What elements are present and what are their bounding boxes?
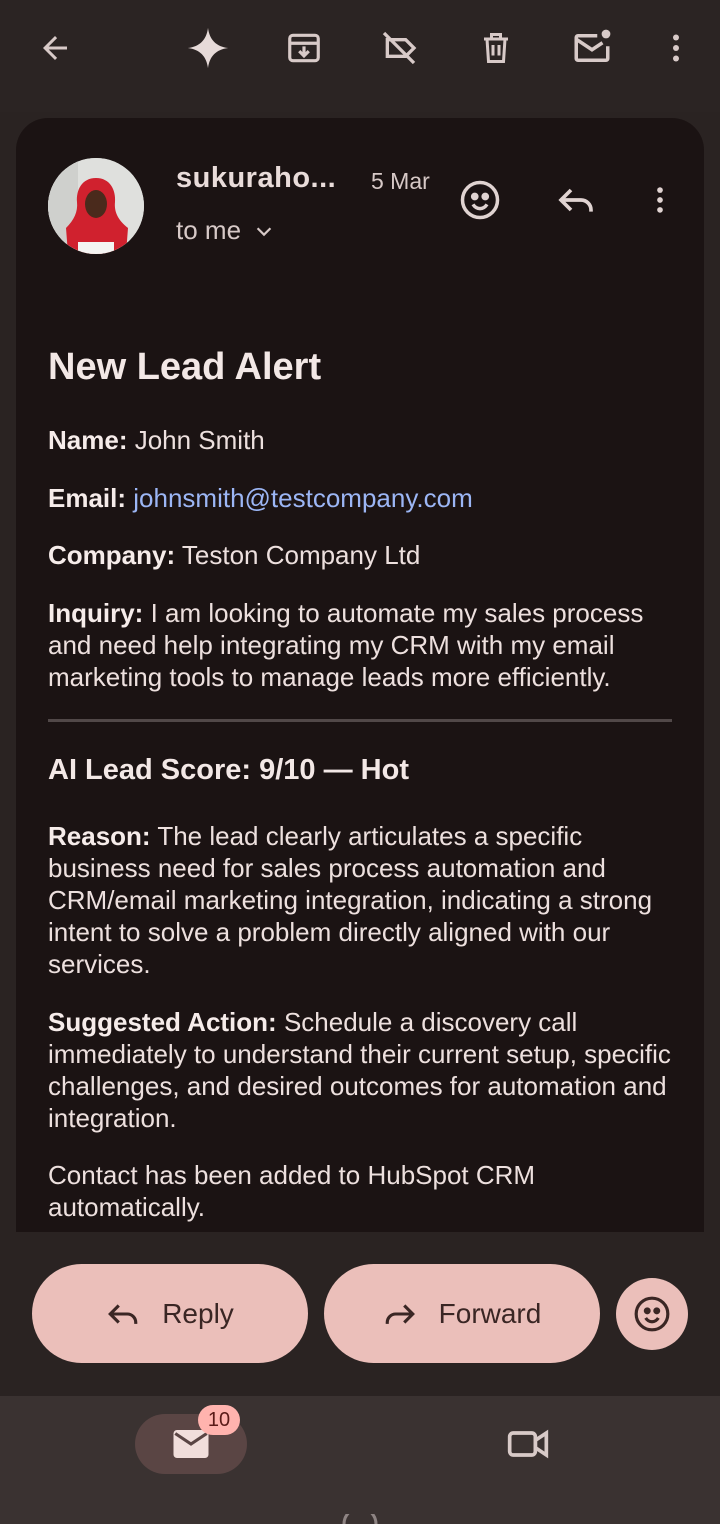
footer-note: Contact has been added to HubSpot CRM au… bbox=[48, 1160, 536, 1222]
gemini-sparkle-icon[interactable] bbox=[184, 24, 232, 72]
avatar[interactable] bbox=[48, 158, 144, 254]
forward-button[interactable]: Forward bbox=[324, 1264, 600, 1363]
email-card: sukuraho... 5 Mar to me New Lead Alert N… bbox=[16, 118, 704, 1232]
forward-label: Forward bbox=[438, 1297, 542, 1329]
field-inquiry: Inquiry: I am looking to automate my sal… bbox=[48, 597, 678, 693]
reason-label: Reason: bbox=[48, 821, 151, 851]
reply-icon[interactable] bbox=[552, 176, 600, 224]
reason-paragraph: Reason: The lead clearly articulates a s… bbox=[48, 820, 678, 980]
more-vert-icon[interactable] bbox=[636, 176, 684, 224]
recipient-toggle[interactable]: to me bbox=[176, 215, 275, 246]
emoji-reaction-button[interactable] bbox=[616, 1278, 688, 1350]
field-email: Email: johnsmith@testcompany.com bbox=[48, 482, 678, 514]
forward-icon bbox=[385, 1303, 415, 1324]
bottom-navigation: 10 bbox=[0, 1396, 720, 1524]
unread-count-badge: 10 bbox=[198, 1405, 240, 1435]
action-label: Suggested Action: bbox=[48, 1007, 277, 1037]
lead-score-heading: AI Lead Score: 9/10 — Hot bbox=[48, 754, 409, 786]
nav-meet-tab[interactable] bbox=[504, 1420, 552, 1468]
add-emoji-icon[interactable] bbox=[456, 176, 504, 224]
reply-button[interactable]: Reply bbox=[32, 1264, 308, 1363]
add-emoji-icon bbox=[634, 1296, 670, 1332]
chevron-down-icon bbox=[256, 226, 272, 236]
field-name: Name: John Smith bbox=[48, 424, 678, 456]
company-label: Company: bbox=[48, 540, 176, 570]
email-label: Email: bbox=[48, 483, 127, 513]
gesture-handle bbox=[342, 1514, 378, 1524]
name-label: Name: bbox=[48, 425, 128, 455]
company-value: Teston Company Ltd bbox=[175, 540, 421, 570]
mark-unread-icon[interactable] bbox=[568, 24, 616, 72]
name-value: John Smith bbox=[127, 425, 265, 455]
reply-icon bbox=[108, 1303, 138, 1324]
email-title: New Lead Alert bbox=[48, 346, 322, 388]
archive-icon[interactable] bbox=[280, 24, 328, 72]
delete-icon[interactable] bbox=[472, 24, 520, 72]
top-app-bar bbox=[0, 0, 720, 112]
action-paragraph: Suggested Action: Schedule a discovery c… bbox=[48, 1006, 678, 1134]
reply-label: Reply bbox=[162, 1297, 234, 1329]
recipient-label: to me bbox=[176, 215, 242, 245]
more-vert-icon[interactable] bbox=[652, 24, 700, 72]
label-off-icon[interactable] bbox=[375, 24, 423, 72]
back-arrow-icon[interactable] bbox=[31, 24, 79, 72]
sender-name[interactable]: sukuraho... bbox=[176, 162, 336, 195]
field-company: Company: Teston Company Ltd bbox=[48, 539, 678, 571]
videocam-icon bbox=[507, 1429, 549, 1459]
email-link[interactable]: johnsmith@testcompany.com bbox=[133, 483, 473, 513]
divider bbox=[48, 719, 672, 722]
inquiry-label: Inquiry: bbox=[48, 598, 144, 628]
email-date: 5 Mar bbox=[371, 168, 430, 194]
